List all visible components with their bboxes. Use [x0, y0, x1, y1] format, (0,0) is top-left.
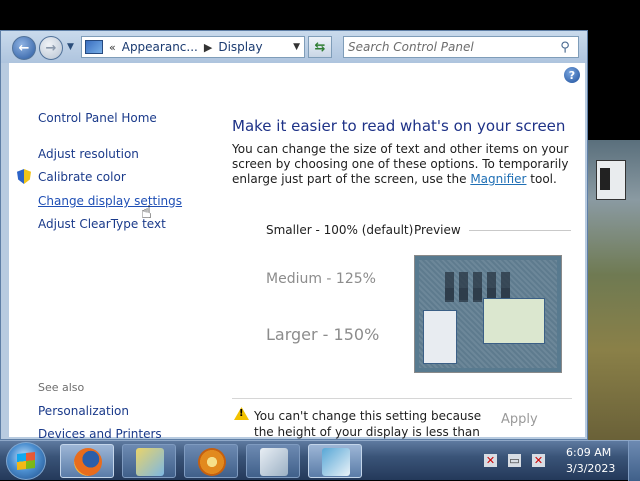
devices-and-printers-link[interactable]: Devices and Printers [38, 427, 162, 441]
calibrate-color-link[interactable]: Calibrate color [38, 170, 126, 184]
shield-icon [17, 169, 31, 184]
taskbar-control-panel[interactable] [122, 444, 176, 478]
taskbar-display-settings[interactable] [308, 444, 362, 478]
action-center-flag-icon[interactable]: ✕ [484, 454, 497, 467]
preview-window-right [483, 298, 545, 344]
help-icon[interactable]: ? [564, 67, 580, 83]
control-panel-window: ← → ▼ « Appearanc... ▶ Display ▼ ⇆ ⚲ ? C… [0, 30, 588, 455]
page-description: You can change the size of text and othe… [232, 142, 572, 187]
preview-divider [469, 230, 571, 231]
search-input[interactable] [348, 38, 556, 56]
address-dropdown-icon[interactable]: ▼ [293, 42, 300, 52]
breadcrumb-appearance[interactable]: Appearanc... [122, 40, 198, 54]
breadcrumb-separator-icon[interactable]: ▶ [204, 41, 212, 54]
warning-exclamation-icon: ! [239, 408, 244, 419]
back-arrow-icon: ← [18, 40, 30, 56]
preview-window-left [423, 310, 457, 364]
display-settings-icon [322, 448, 350, 476]
option-smaller[interactable]: Smaller - 100% (default) [266, 223, 413, 237]
refresh-button[interactable]: ⇆ [308, 36, 332, 58]
wallpaper-building-window [600, 168, 610, 190]
forward-button[interactable]: → [39, 36, 63, 60]
divider [232, 398, 572, 399]
search-box[interactable]: ⚲ [343, 36, 579, 58]
hand-cursor-icon: ☝ [141, 202, 152, 223]
page-title: Make it easier to read what's on your sc… [232, 117, 566, 135]
volume-muted-icon[interactable]: ✕ [532, 454, 545, 467]
taskbar-remote-desktop[interactable] [246, 444, 300, 478]
breadcrumb-display[interactable]: Display [218, 40, 262, 54]
address-overflow[interactable]: « [109, 41, 116, 54]
magnifier-link[interactable]: Magnifier [470, 172, 526, 186]
back-button[interactable]: ← [12, 36, 36, 60]
clock-date[interactable]: 3/3/2023 [566, 462, 615, 475]
media-player-icon [198, 448, 226, 476]
personalization-link[interactable]: Personalization [38, 404, 129, 418]
preview-image [414, 255, 562, 373]
option-larger[interactable]: Larger - 150% [266, 325, 379, 344]
control-panel-home-link[interactable]: Control Panel Home [38, 111, 157, 125]
clock-time[interactable]: 6:09 AM [566, 446, 611, 459]
content-area: ? Control Panel Home Adjust resolution C… [9, 63, 585, 455]
adjust-resolution-link[interactable]: Adjust resolution [38, 147, 139, 161]
option-medium[interactable]: Medium - 125% [266, 271, 376, 287]
taskbar-firefox[interactable] [60, 444, 114, 478]
recent-pages-dropdown-icon[interactable]: ▼ [67, 42, 74, 52]
search-icon[interactable]: ⚲ [556, 38, 574, 56]
network-icon[interactable]: ▭ [508, 454, 521, 467]
refresh-icon: ⇆ [314, 39, 326, 55]
firefox-icon [74, 448, 102, 476]
address-bar[interactable]: « Appearanc... ▶ Display ▼ [81, 36, 305, 58]
navigation-bar: ← → ▼ « Appearanc... ▶ Display ▼ ⇆ ⚲ [1, 31, 587, 63]
remote-desktop-icon [260, 448, 288, 476]
apply-button[interactable]: Apply [501, 412, 538, 427]
show-desktop-button[interactable] [628, 441, 640, 481]
preview-label: Preview [414, 223, 461, 237]
forward-arrow-icon: → [45, 40, 57, 56]
windows-logo-icon [17, 452, 35, 470]
control-panel-icon [136, 448, 164, 476]
control-panel-icon [85, 40, 103, 54]
description-text-end: tool. [526, 172, 557, 186]
see-also-label: See also [38, 381, 85, 394]
taskbar-media-player[interactable] [184, 444, 238, 478]
change-display-settings-link[interactable]: Change display settings [38, 194, 182, 208]
taskbar: ✕ ▭ ✕ 6:09 AM 3/3/2023 [0, 440, 640, 481]
